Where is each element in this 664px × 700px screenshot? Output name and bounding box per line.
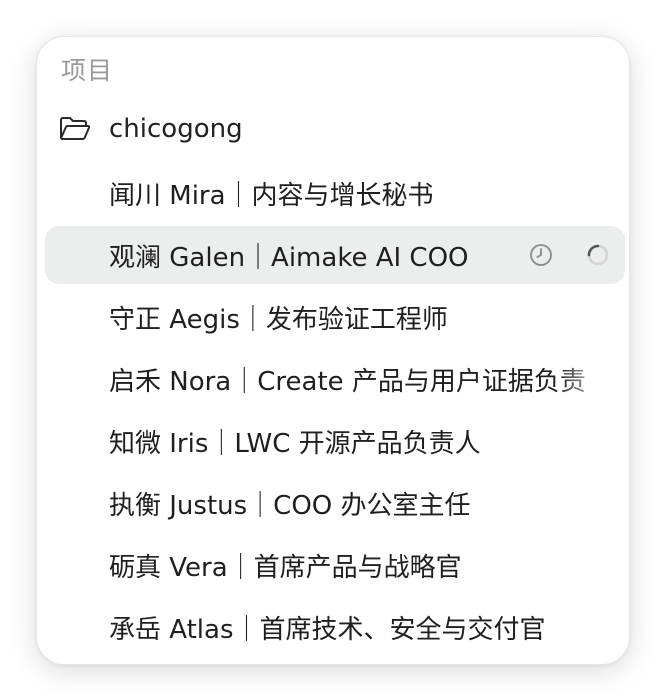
clock-icon[interactable] (529, 243, 553, 267)
item-label: 砺真 Vera｜首席产品与战略官 (109, 552, 462, 583)
section-title: 项目 (61, 56, 114, 85)
spinner-icon (587, 244, 609, 266)
list-item[interactable]: 知微 Iris｜LWC 开源产品负责人 (45, 412, 625, 470)
project-menu-panel: 项目 chicogong 闻川 Mira｜内容与增长秘书 观澜 Galen｜Ai… (36, 36, 630, 665)
item-label: 启禾 Nora｜Create 产品与用户证据负责 (109, 366, 586, 397)
folder-name: chicogong (109, 114, 243, 144)
list-item[interactable]: 执衡 Justus｜COO 办公室主任 (45, 474, 625, 532)
item-label: 知微 Iris｜LWC 开源产品负责人 (109, 428, 481, 459)
item-label: 承岳 Atlas｜首席技术、安全与交付官 (109, 614, 546, 645)
item-label: 观澜 Galen｜Aimake AI COO (109, 242, 469, 273)
item-label: 守正 Aegis｜发布验证工程师 (109, 304, 448, 335)
list-item[interactable]: 砺真 Vera｜首席产品与战略官 (45, 536, 625, 594)
list-item[interactable]: 启禾 Nora｜Create 产品与用户证据负责 (45, 350, 625, 408)
list-item[interactable]: 守正 Aegis｜发布验证工程师 (45, 288, 625, 346)
folder-open-icon (60, 117, 91, 140)
item-label: 闻川 Mira｜内容与增长秘书 (109, 180, 434, 211)
list-item[interactable]: 承岳 Atlas｜首席技术、安全与交付官 (45, 598, 625, 656)
list-item[interactable]: 闻川 Mira｜内容与增长秘书 (45, 164, 625, 222)
folder-chicogong[interactable]: chicogong (59, 109, 243, 149)
list-item-selected[interactable]: 观澜 Galen｜Aimake AI COO (45, 226, 625, 284)
item-label: 执衡 Justus｜COO 办公室主任 (109, 490, 471, 521)
